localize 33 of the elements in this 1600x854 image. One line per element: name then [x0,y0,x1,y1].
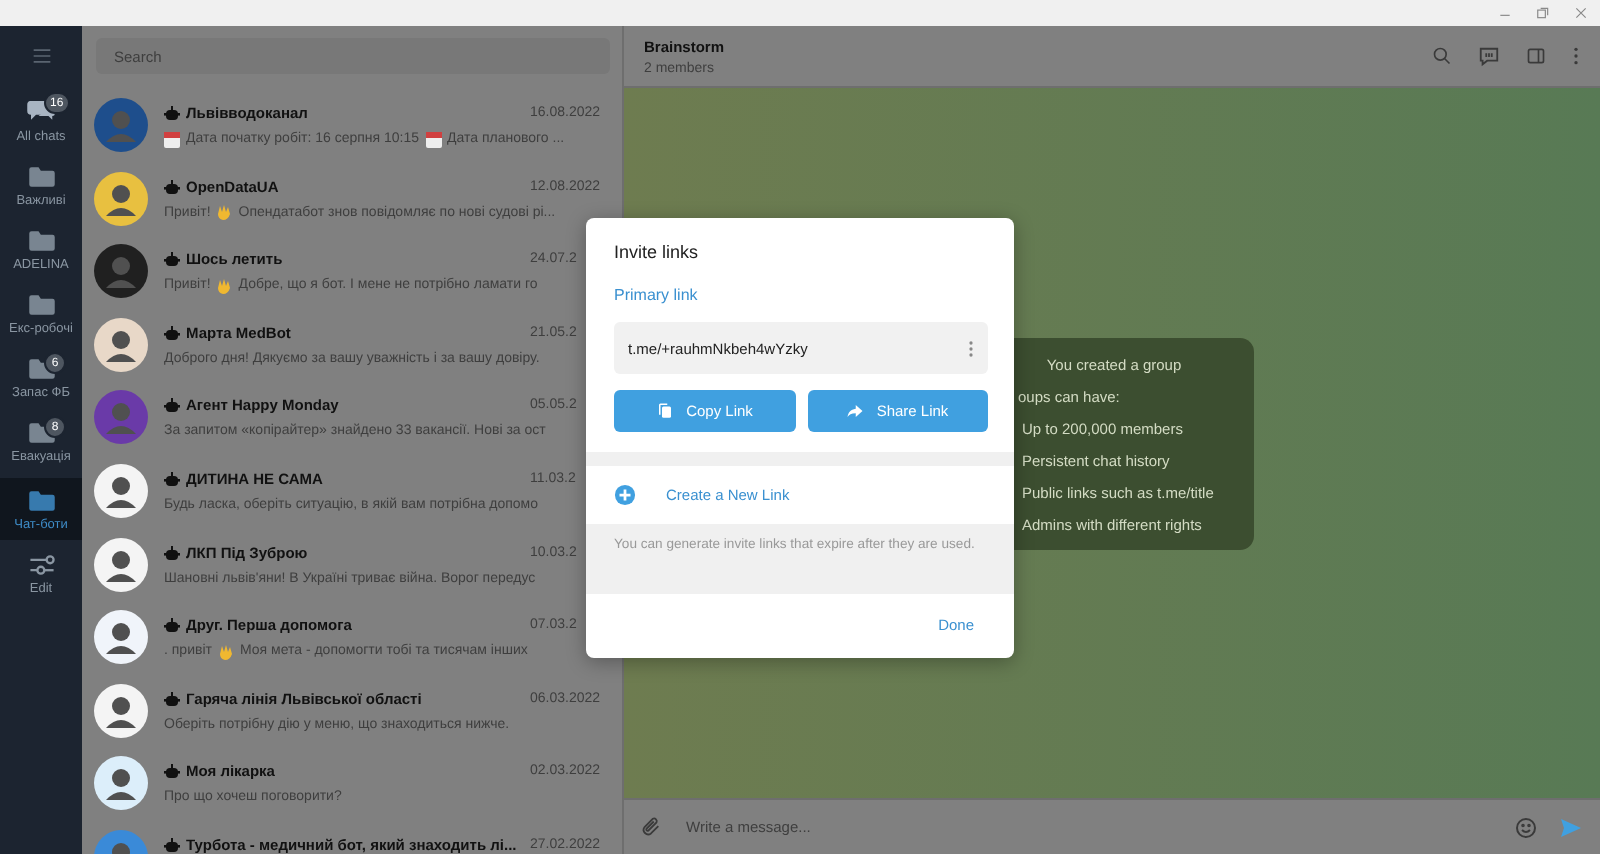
more-icon[interactable] [968,339,974,357]
bot-icon [164,764,180,779]
folder-icon [27,230,55,252]
bot-icon [164,837,180,852]
bot-icon [164,179,180,194]
bot-icon [164,471,180,486]
chat-bubble-icon[interactable] [1478,45,1500,67]
dialog-title: Invite links [614,242,701,262]
bot-icon [164,106,180,120]
bot-icon [164,398,180,413]
bot-icon [164,618,180,633]
restore-icon[interactable] [1536,6,1550,20]
section-title: Primary link [614,286,700,304]
search-icon[interactable] [1432,46,1452,66]
more-icon[interactable] [1572,46,1580,66]
folder-icon [27,490,55,512]
bot-icon [164,325,180,340]
share-icon [846,402,865,420]
calendar-icon [164,131,180,147]
bot-icon [164,691,180,706]
sidebar-icon[interactable] [1526,46,1546,66]
folder-icon [27,166,55,188]
bot-icon [164,545,180,560]
menu-icon [29,46,53,66]
paperclip-icon[interactable] [640,816,662,838]
smile-icon[interactable] [1514,815,1538,839]
copy-icon [656,402,675,420]
folder-icon [27,294,55,316]
close-icon[interactable] [1574,6,1588,20]
plus-icon [614,484,636,506]
bot-icon [164,252,180,267]
sliders-icon [27,554,55,576]
calendar-icon [425,131,442,147]
